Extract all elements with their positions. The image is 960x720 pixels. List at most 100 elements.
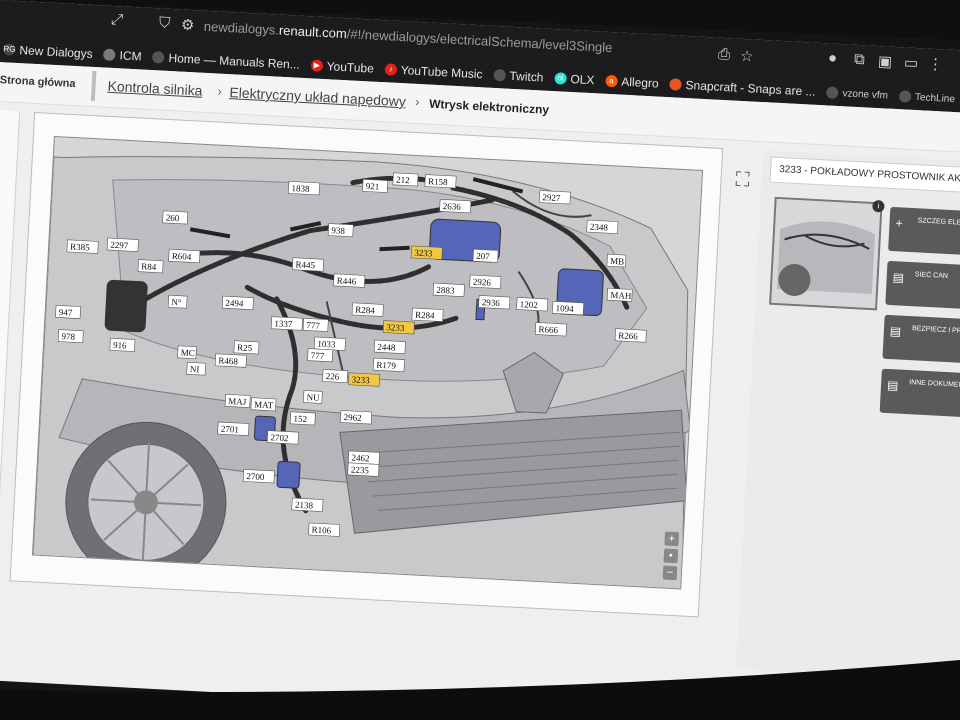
label-text: 2138 (295, 500, 314, 511)
details-button[interactable]: + SZCZEG ELEMEN (888, 206, 960, 257)
component-label[interactable]: 1094 (552, 301, 585, 316)
component-label[interactable]: 2927 (538, 190, 571, 205)
component-label[interactable]: 226 (322, 369, 348, 384)
component-label[interactable]: R284 (351, 302, 384, 317)
bookmark-item[interactable]: TechLine (898, 90, 956, 105)
component-label[interactable]: 2702 (266, 430, 299, 445)
component-label[interactable]: 2636 (439, 198, 472, 214)
component-label[interactable]: 2235 (347, 462, 380, 477)
component-label[interactable]: 2701 (217, 421, 250, 436)
component-label[interactable]: 1838 (287, 181, 320, 196)
save-page-icon[interactable]: ⎙ (718, 46, 731, 64)
component-label[interactable]: 2883 (432, 282, 465, 298)
component-label[interactable]: NU (303, 390, 323, 404)
component-label[interactable]: MAH (606, 287, 633, 302)
site-settings-icon[interactable]: ⚙ (180, 16, 194, 35)
bookmark-item[interactable]: a Allegro (605, 74, 659, 91)
bookmark-item[interactable]: Twitch (493, 68, 544, 85)
component-label[interactable]: R106 (308, 522, 341, 537)
component-label[interactable]: 2297 (106, 237, 139, 252)
bookmark-item[interactable]: ICM (103, 48, 142, 63)
bookmark-item[interactable]: Home — Manuals Ren... (152, 50, 300, 72)
component-label[interactable]: R446 (333, 273, 366, 288)
component-label[interactable]: 2494 (221, 295, 254, 310)
component-label[interactable]: R84 (137, 259, 164, 274)
bookmark-item[interactable]: ♪ YouTube Music (384, 62, 483, 81)
profile-icon[interactable]: ● (828, 49, 838, 66)
component-label[interactable]: MC (177, 345, 197, 360)
component-label[interactable]: R666 (534, 322, 567, 337)
component-label[interactable]: 212 (392, 172, 419, 187)
globe-icon (898, 90, 912, 103)
home-link[interactable]: Strona główna (0, 74, 76, 90)
menu-icon[interactable]: ⋮ (927, 55, 943, 74)
component-label[interactable]: R284 (411, 307, 444, 322)
label-text: R179 (376, 360, 396, 371)
component-label[interactable]: R445 (291, 257, 324, 272)
component-label[interactable]: R468 (214, 353, 247, 368)
component-label[interactable]: 938 (327, 223, 354, 238)
component-label[interactable]: 2962 (340, 410, 373, 425)
component-label[interactable]: R604 (168, 248, 201, 264)
component-label[interactable]: R179 (372, 357, 405, 372)
component-label[interactable]: 921 (362, 178, 388, 193)
component-label[interactable]: 207 (472, 248, 499, 263)
component-label[interactable]: 916 (109, 337, 136, 352)
tabs-icon[interactable]: ▭ (904, 53, 919, 72)
component-label[interactable]: 2348 (586, 219, 619, 234)
bookmark-item[interactable]: Snapcraft - Snaps are ... (669, 77, 816, 99)
bookmark-item[interactable]: ol OLX (554, 71, 595, 87)
label-text: 226 (326, 371, 341, 382)
component-label[interactable]: MAJ (224, 394, 251, 408)
breadcrumb-item-engine-control[interactable]: Kontrola silnika (107, 78, 203, 99)
component-label[interactable]: 1202 (516, 297, 549, 312)
fullscreen-icon[interactable]: ⛶ (735, 169, 750, 193)
can-network-button[interactable]: ▤ SIEĆ CAN (885, 260, 960, 311)
component-label[interactable]: 978 (57, 329, 84, 344)
component-label[interactable]: R158 (424, 174, 457, 189)
other-documents-button[interactable]: ▤ INNE DOKUMENT (879, 368, 960, 419)
info-icon[interactable]: i (872, 199, 885, 213)
component-label[interactable]: 3233 (410, 245, 443, 260)
bookmark-item[interactable]: RG New Dialogys (3, 42, 93, 61)
component-label[interactable]: 777 (302, 318, 329, 332)
component-label[interactable]: 2462 (347, 450, 380, 465)
diagram-thumbnail[interactable]: i (769, 196, 885, 311)
zoom-controls: + • − (662, 531, 680, 581)
component-label[interactable]: MB (606, 253, 627, 268)
component-label[interactable]: 3233 (348, 372, 381, 387)
component-label[interactable]: 2448 (373, 339, 406, 354)
component-label[interactable]: 2936 (478, 295, 511, 310)
component-label[interactable]: 947 (55, 305, 81, 319)
component-label[interactable]: 1337 (270, 316, 303, 331)
bookmark-star-icon[interactable]: ☆ (740, 47, 754, 66)
component-label[interactable]: 1033 (313, 336, 346, 351)
component-label[interactable]: R25 (233, 340, 260, 355)
label-text: MC (181, 347, 196, 358)
component-label[interactable]: 3233 (382, 320, 415, 335)
shield-icon[interactable]: ⛉ (159, 14, 171, 32)
zoom-out-button[interactable]: − (662, 565, 678, 581)
component-label[interactable]: 777 (307, 348, 334, 363)
component-label[interactable]: R266 (614, 328, 647, 343)
component-label[interactable]: 2700 (242, 469, 275, 484)
zoom-in-button[interactable]: + (664, 531, 680, 547)
component-label[interactable]: 260 (162, 210, 189, 225)
component-label[interactable]: MAT (250, 397, 277, 412)
fuses-relays-button[interactable]: ▤ BEZPIECZ I PRZEKAŹ (882, 314, 960, 365)
component-label[interactable]: 2138 (291, 497, 324, 512)
expand-arrows-icon[interactable]: ⤢ (111, 11, 124, 29)
component-label[interactable]: 152 (289, 411, 316, 426)
component-info-panel: 3233 - POKŁADOWY PROSTOWNIK AKUM i + SZCZ… (735, 150, 960, 682)
extensions-icon[interactable]: ⧉ (854, 51, 866, 69)
component-label[interactable]: 2926 (469, 274, 502, 289)
component-label[interactable]: NI (186, 361, 206, 376)
wiring-diagram[interactable]: R158 921 212 1838 2927 2636 2348 260 938 207 MB 323… (31, 136, 704, 590)
notification-icon[interactable]: ▣ (878, 52, 893, 71)
component-label[interactable]: N° (167, 294, 188, 309)
zoom-reset-button[interactable]: • (663, 548, 679, 564)
breadcrumb-item-electrical-drive[interactable]: Elektryczny układ napędowy (229, 84, 406, 109)
bookmark-item[interactable]: vzone vfm (826, 86, 888, 101)
bookmark-item[interactable]: ▶ YouTube (310, 58, 374, 76)
component-label[interactable]: R385 (66, 239, 99, 254)
